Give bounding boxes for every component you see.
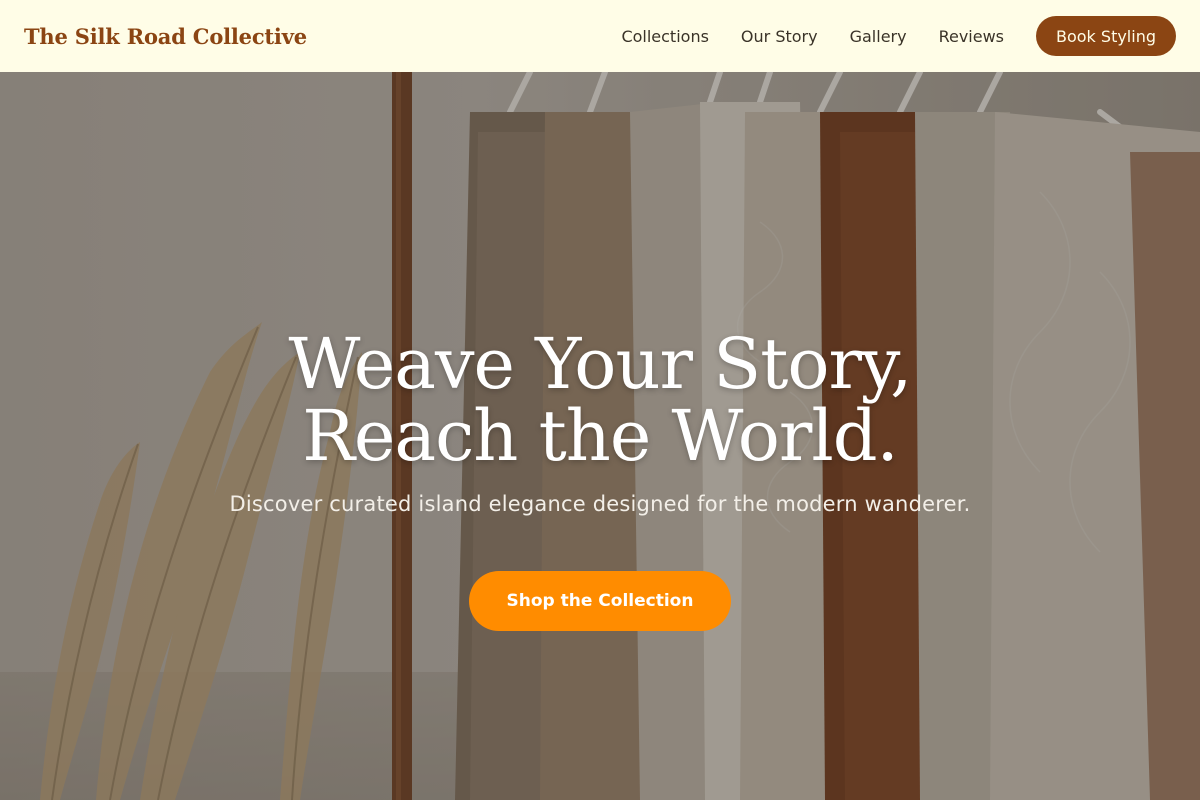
main-nav: Collections Our Story Gallery Reviews Bo…: [621, 16, 1176, 56]
site-header: The Silk Road Collective Collections Our…: [0, 0, 1200, 72]
shop-collection-button[interactable]: Shop the Collection: [469, 571, 731, 631]
nav-link-gallery[interactable]: Gallery: [850, 27, 907, 46]
brand-logo[interactable]: The Silk Road Collective: [24, 24, 307, 49]
hero-section: Weave Your Story, Reach the World. Disco…: [0, 72, 1200, 800]
nav-link-reviews[interactable]: Reviews: [939, 27, 1004, 46]
book-styling-button[interactable]: Book Styling: [1036, 16, 1176, 56]
hero-content: Weave Your Story, Reach the World. Disco…: [0, 72, 1200, 800]
nav-link-collections[interactable]: Collections: [621, 27, 708, 46]
nav-link-our-story[interactable]: Our Story: [741, 27, 818, 46]
hero-title: Weave Your Story, Reach the World.: [288, 323, 913, 477]
hero-subtitle: Discover curated island elegance designe…: [229, 492, 971, 516]
